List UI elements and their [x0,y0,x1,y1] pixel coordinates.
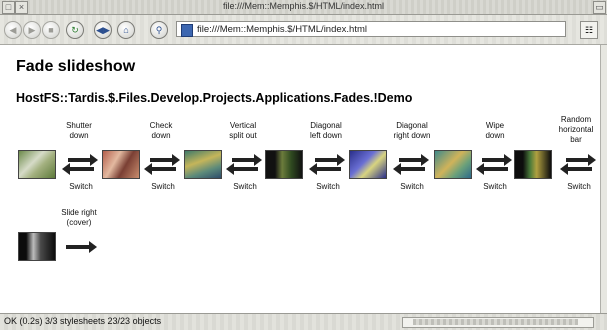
transition-label: Vertical split out [229,121,257,140]
slide-thumbnail [349,150,387,179]
transition-label: Wipe down [485,121,505,140]
title-bar: □ × file:///Mem::Memphis.$/HTML/index.ht… [0,0,607,15]
search-icon[interactable]: ⚲ [150,21,168,39]
slide-thumbnail [514,150,552,179]
stop-icon[interactable]: ■ [42,21,60,39]
reload-icon[interactable]: ↻ [66,21,84,39]
home-icon[interactable]: ⌂ [117,21,135,39]
slide-thumbnail [18,232,56,261]
slide-thumbnail [184,150,222,179]
url-field[interactable]: file:///Mem::Memphis.$/HTML/index.html [176,21,566,37]
page-icon [181,24,193,37]
hotlist-icon[interactable]: ☷ [580,21,598,39]
toggle-size-icon[interactable]: ▭ [593,1,606,14]
switch-arrows-icon[interactable] [309,152,345,176]
slide-thumbnail [434,150,472,179]
switch-label[interactable]: Switch [387,182,437,191]
transition-label: Diagonal left down [309,121,343,140]
status-bar: OK (0.2s) 3/3 stylesheets 23/23 objects [0,313,607,330]
switch-label[interactable]: Switch [554,182,604,191]
url-text: file:///Mem::Memphis.$/HTML/index.html [197,24,367,35]
transition-label: Shutter down [66,121,92,140]
transition-label: Slide right (cover) [61,208,97,227]
slide-thumbnail [102,150,140,179]
switch-arrows-icon[interactable] [393,152,429,176]
switch-label[interactable]: Switch [220,182,270,191]
switch-arrows-icon[interactable] [226,152,262,176]
scrollbar-thumb[interactable] [413,319,578,325]
horizontal-scrollbar[interactable] [402,317,594,328]
switch-label[interactable]: Switch [56,182,106,191]
window-title: file:///Mem::Memphis.$/HTML/index.html [222,1,385,11]
switch-label[interactable]: Switch [470,182,520,191]
switch-arrows-icon[interactable] [476,152,512,176]
page-path: HostFS::Tardis.$.Files.Develop.Projects.… [16,91,413,105]
vertical-scrollbar[interactable] [600,45,607,313]
browser-toolbar: ◀ ▶ ■ ↻ ◀▶ ⌂ ⚲ file:///Mem::Memphis.$/HT… [0,15,607,45]
switch-arrows-icon[interactable] [62,152,98,176]
slide-thumbnail [265,150,303,179]
switch-arrows-icon[interactable] [560,152,596,176]
slide-thumbnail [18,150,56,179]
forward-icon[interactable]: ▶ [23,21,41,39]
transition-label: Check down [149,121,173,140]
page-heading: Fade slideshow [16,58,136,75]
back-icon[interactable]: ◀ [4,21,22,39]
arrow-right-icon[interactable] [66,240,98,254]
transition-label: Random horizontal bar [558,115,594,144]
switch-arrows-icon[interactable] [144,152,180,176]
status-text: OK (0.2s) 3/3 stylesheets 23/23 objects [4,316,162,326]
transition-label: Diagonal right down [393,121,431,140]
history-icon[interactable]: ◀▶ [94,21,112,39]
switch-label[interactable]: Switch [303,182,353,191]
switch-label[interactable]: Switch [138,182,188,191]
